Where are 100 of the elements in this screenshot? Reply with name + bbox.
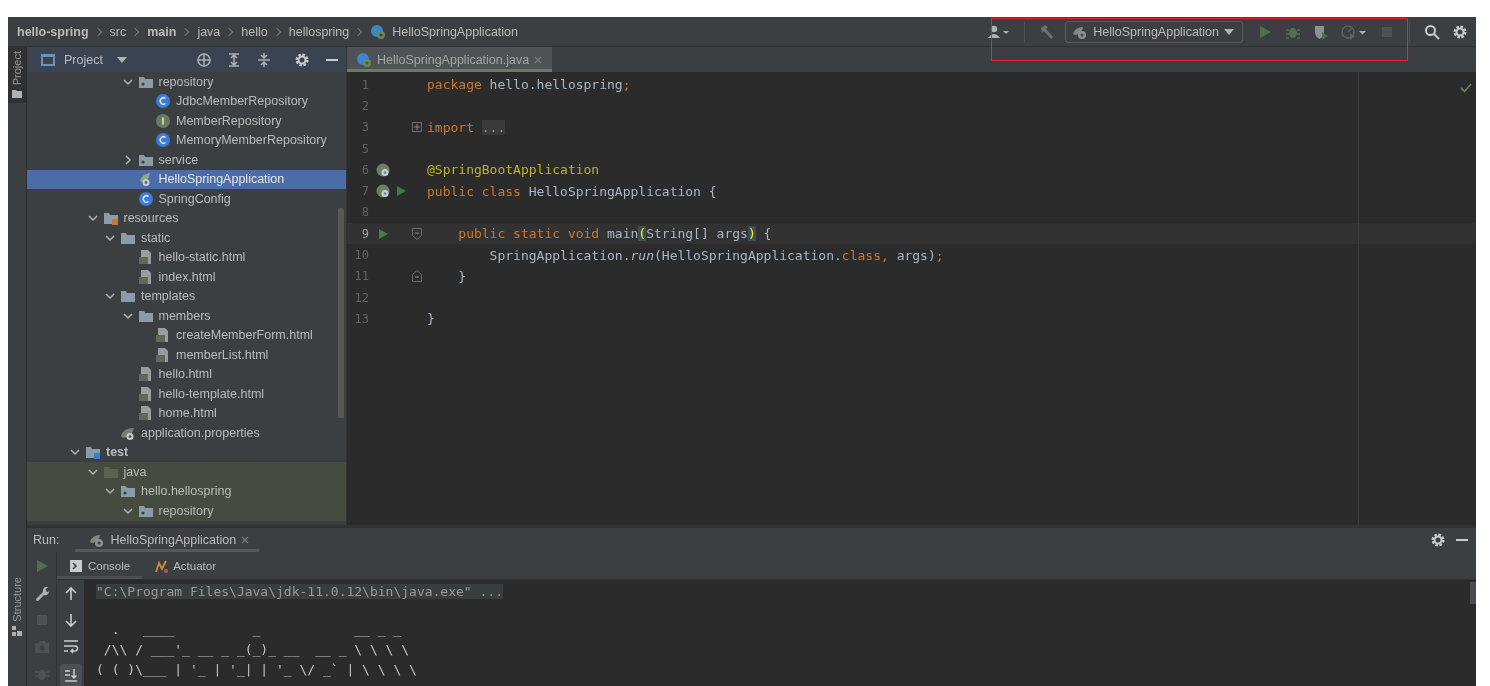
chevron-down-icon[interactable] xyxy=(122,310,133,321)
breadcrumb-item[interactable]: java xyxy=(197,24,221,39)
html-file-icon xyxy=(155,346,171,363)
breadcrumb-item[interactable]: main xyxy=(147,24,177,39)
chevron-down-icon[interactable] xyxy=(122,76,133,87)
tree-item[interactable]: HelloSpringApplication xyxy=(27,169,346,189)
html-file-icon xyxy=(137,405,154,422)
tree-item[interactable]: repository xyxy=(27,72,346,92)
tree-item[interactable]: service xyxy=(27,150,346,170)
soft-wrap-icon[interactable] xyxy=(62,638,79,654)
code-text: import ... xyxy=(427,119,506,135)
tree-item[interactable]: index.html xyxy=(27,267,346,287)
panel-title[interactable]: Project xyxy=(64,52,103,67)
actuator-icon xyxy=(154,558,169,573)
scrollbar-thumb[interactable] xyxy=(1470,582,1476,604)
html-file-icon xyxy=(137,249,154,266)
chevron-down-icon[interactable] xyxy=(87,466,98,477)
line-number: 12 xyxy=(353,290,369,305)
breadcrumb-item[interactable]: hellospring xyxy=(288,24,350,39)
console-tab[interactable]: Actuator xyxy=(142,552,229,579)
tree-item[interactable]: resources xyxy=(27,208,346,228)
bean-icon[interactable] xyxy=(375,183,391,200)
tree-item[interactable]: test xyxy=(27,442,346,462)
breadcrumb-item[interactable]: hello-spring xyxy=(17,24,89,39)
run-configuration-dropdown[interactable]: HelloSpringApplication xyxy=(1065,20,1243,43)
code-text: } xyxy=(427,311,435,327)
console-text: "C:\Program Files\Java\jdk-11.0.12\bin\java.exe" ... xyxy=(96,583,503,599)
scroll-to-end-icon xyxy=(62,667,79,683)
tree-item[interactable]: MemoryMemberRepository xyxy=(27,130,346,150)
folder-icon xyxy=(120,288,136,305)
fold-end-icon[interactable] xyxy=(412,270,422,283)
locate-icon[interactable] xyxy=(196,51,212,68)
tree-item[interactable]: JdbcMemberRepository xyxy=(27,91,346,111)
spring-boot-icon xyxy=(89,532,106,548)
line-number: 7 xyxy=(360,184,369,199)
chevron-down-icon[interactable] xyxy=(122,505,133,516)
close-icon[interactable] xyxy=(241,536,250,544)
console-tab[interactable]: Console xyxy=(57,552,143,579)
structure-icon xyxy=(12,626,22,636)
scrollbar-thumb[interactable] xyxy=(338,208,344,418)
run-tab[interactable]: HelloSpringApplication xyxy=(75,528,260,552)
fold-start-icon[interactable] xyxy=(412,227,422,240)
tree-item[interactable]: hello-static.html xyxy=(27,247,346,267)
tree-item[interactable]: application.properties xyxy=(27,423,346,443)
wrench-icon[interactable] xyxy=(33,585,50,601)
tree-item[interactable]: SpringConfig xyxy=(27,189,346,209)
line-number: 2 xyxy=(360,98,369,113)
tree-item[interactable]: templates xyxy=(27,286,346,306)
line-number: 10 xyxy=(353,248,369,262)
checkmark-icon xyxy=(1460,83,1472,93)
tree-item[interactable]: MemberRepository xyxy=(27,111,346,131)
tree-item[interactable]: memberList.html xyxy=(27,345,346,365)
settings-icon[interactable] xyxy=(1430,532,1446,548)
tree-item[interactable]: home.html xyxy=(27,403,346,423)
line-number: 6 xyxy=(360,162,369,177)
structure-tool-tab[interactable]: Structure xyxy=(8,573,26,640)
tree-item[interactable]: repository xyxy=(27,501,346,521)
tree-item[interactable]: members xyxy=(27,306,346,326)
collapse-all-icon[interactable] xyxy=(256,51,272,68)
line-number: 9 xyxy=(360,226,369,241)
settings-icon[interactable] xyxy=(294,51,310,68)
panel-title: Run: xyxy=(33,533,60,547)
tree-item[interactable]: java xyxy=(27,462,346,482)
interface-icon xyxy=(155,112,171,129)
spring-class-icon xyxy=(370,23,387,40)
tree-item[interactable]: hello.html xyxy=(27,364,346,384)
scroll-to-end-button[interactable] xyxy=(59,664,82,686)
project-tool-tab[interactable]: Project xyxy=(8,47,26,104)
code-text: public class HelloSpringApplication { xyxy=(427,183,717,199)
breadcrumb-item[interactable]: src xyxy=(109,24,127,39)
chevron-down-icon[interactable] xyxy=(70,447,80,458)
editor-tab[interactable]: HelloSpringApplication.java xyxy=(347,47,553,72)
expand-all-icon[interactable] xyxy=(226,51,242,68)
expand-fold-icon[interactable] xyxy=(412,122,422,133)
chevron-down-icon[interactable] xyxy=(87,213,98,224)
chevron-down-icon[interactable] xyxy=(105,291,115,302)
arrow-down-icon[interactable] xyxy=(62,612,79,628)
tree-item[interactable]: static xyxy=(27,228,346,248)
caret-icon[interactable] xyxy=(116,56,127,63)
tree-item[interactable]: hello.hellospring xyxy=(27,481,346,501)
line-number: 13 xyxy=(353,311,369,326)
tree-item[interactable]: createMemberForm.html xyxy=(27,325,346,345)
line-number: 11 xyxy=(353,269,369,284)
breadcrumb-item[interactable]: HelloSpringApplication xyxy=(392,24,518,39)
chevron-right-icon[interactable] xyxy=(122,154,133,165)
console-text: ( ( )\___ | '_ | '_| | '_ \/ _` | \ \ \ \ xyxy=(96,661,417,677)
chevron-down-icon[interactable] xyxy=(105,232,115,243)
code-text: SpringApplication.run(HelloSpringApplication.class, args); xyxy=(488,247,944,263)
bean-icon[interactable] xyxy=(375,161,391,178)
console-text: . ____ _ __ _ _ xyxy=(110,621,402,637)
project-icon xyxy=(40,51,56,68)
code-text: public static void main(String[] args) { xyxy=(457,226,772,242)
html-file-icon xyxy=(155,327,171,344)
html-file-icon xyxy=(137,385,154,402)
tree-item[interactable]: hello-template.html xyxy=(27,384,346,404)
caret-icon xyxy=(1224,28,1234,35)
class-icon xyxy=(155,93,171,110)
breadcrumb-item[interactable]: hello xyxy=(241,24,268,39)
line-number: 5 xyxy=(360,141,369,156)
chevron-down-icon[interactable] xyxy=(105,486,115,497)
